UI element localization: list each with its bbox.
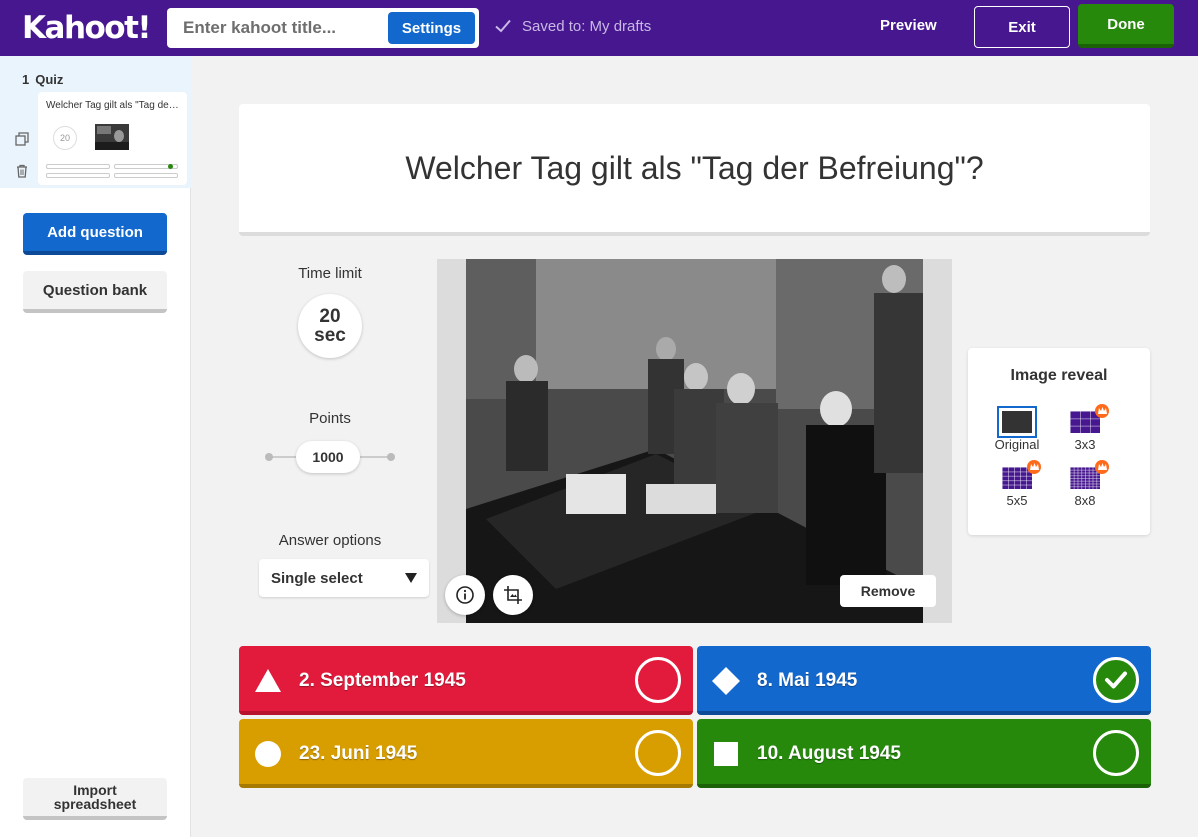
answer-options-label: Answer options [278,532,382,549]
duplicate-icon[interactable] [15,132,29,146]
checkmark-icon [1105,671,1127,689]
diamond-icon [712,667,740,695]
checkmark-icon [495,19,511,33]
info-icon [456,586,474,604]
kahoot-title-input[interactable] [167,8,387,48]
exit-button[interactable]: Exit [974,6,1070,48]
reveal-option-8x8[interactable]: 8x8 [1055,460,1115,508]
points-min-dot[interactable] [265,453,273,461]
reveal-thumbnail [997,406,1037,438]
answer-1-correct-toggle[interactable] [635,657,681,703]
preview-button[interactable]: Preview [880,17,937,34]
crop-button[interactable] [493,575,533,615]
reveal-option-label: 5x5 [1006,493,1028,508]
crown-icon [1095,404,1109,418]
slide-item[interactable]: 1 Quiz Welcher Tag gilt als "Tag der Befr… [0,56,191,188]
answer-2-correct-toggle[interactable] [1093,657,1139,703]
thumbnail-title: Welcher Tag gilt als "Tag der Befreiung"… [46,100,181,111]
thumbnail-answer [46,173,110,178]
info-button[interactable] [445,575,485,615]
time-limit-label: Time limit [298,265,362,282]
image-reveal-card: Image reveal Original 3x3 5x5 8x8 [968,348,1150,535]
reveal-thumbnail [1070,404,1109,433]
question-text[interactable]: Welcher Tag gilt als "Tag der Befreiung"… [405,150,983,187]
answer-3[interactable]: 23. Juni 1945 [239,719,693,788]
answer-options-value: Single select [271,569,363,587]
answer-3-correct-toggle[interactable] [635,730,681,776]
correct-dot [168,164,173,169]
reveal-option-label: Original [994,437,1040,452]
reveal-option-original[interactable]: Original [987,406,1047,452]
image-reveal-title: Image reveal [1010,367,1108,384]
add-question-button[interactable]: Add question [23,213,167,255]
reveal-option-5x5[interactable]: 5x5 [987,460,1047,508]
question-box[interactable]: Welcher Tag gilt als "Tag der Befreiung"… [239,104,1150,236]
square-icon [714,742,738,766]
answer-2-text[interactable]: 8. Mai 1945 [757,670,857,692]
caret-down-icon [405,573,417,583]
saved-text: Saved to: My drafts [522,17,652,35]
time-limit-selector[interactable]: 20 sec [298,294,362,358]
answer-options-select[interactable]: Single select [259,559,429,597]
answer-4[interactable]: 10. August 1945 [697,719,1151,788]
settings-button[interactable]: Settings [388,12,475,44]
trash-icon[interactable] [15,164,29,178]
crop-icon [504,586,522,604]
slide-thumbnail[interactable]: Welcher Tag gilt als "Tag der Befreiung"… [38,92,187,185]
question-bank-button[interactable]: Question bank [23,271,167,313]
reveal-thumbnail [1002,460,1041,489]
done-button[interactable]: Done [1078,4,1174,48]
thumbnail-image [95,124,129,150]
reveal-option-label: 8x8 [1074,493,1096,508]
answer-2[interactable]: 8. Mai 1945 [697,646,1151,715]
points-label: Points [309,410,351,427]
answer-1-text[interactable]: 2. September 1945 [299,670,466,692]
thumbnail-answer [114,173,178,178]
crown-icon [1027,460,1041,474]
reveal-option-label: 3x3 [1074,437,1096,452]
import-label-line2: spreadsheet [53,796,137,812]
slide-label: 1 Quiz [22,72,63,87]
slide-type: Quiz [35,72,64,87]
thumbnail-timer: 20 [53,126,77,150]
answer-3-text[interactable]: 23. Juni 1945 [299,743,417,765]
question-image[interactable] [466,259,923,623]
answer-1[interactable]: 2. September 1945 [239,646,693,715]
reveal-option-3x3[interactable]: 3x3 [1055,404,1115,452]
triangle-icon [255,669,281,692]
reveal-thumbnail [1070,460,1109,489]
points-selector[interactable]: 1000 [296,441,360,473]
slide-number: 1 [22,72,30,87]
answer-4-text[interactable]: 10. August 1945 [757,743,901,765]
thumbnail-answer [46,164,110,169]
title-box: Settings [167,8,479,48]
remove-image-button[interactable]: Remove [840,575,936,607]
circle-icon [255,741,281,767]
top-bar: Kahoot! Settings Saved to: My drafts Pre… [0,0,1198,56]
sidebar: 1 Quiz Welcher Tag gilt als "Tag der Befr… [0,56,191,837]
saved-status: Saved to: My drafts [494,17,651,35]
import-spreadsheet-button[interactable]: Import spreadsheet [23,778,167,820]
answer-4-correct-toggle[interactable] [1093,730,1139,776]
points-max-dot[interactable] [387,453,395,461]
time-value: 20 [319,306,341,327]
kahoot-logo[interactable]: Kahoot! [22,10,152,46]
time-unit: sec [314,325,346,346]
crown-icon [1095,460,1109,474]
